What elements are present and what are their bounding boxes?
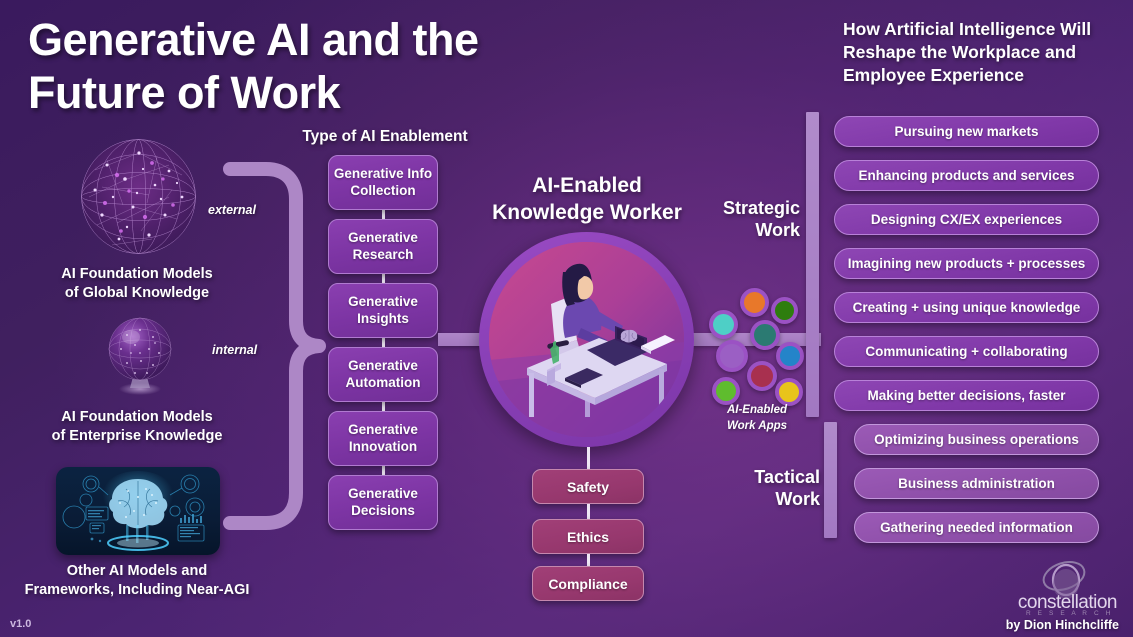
guardrail-box-safety[interactable]: Safety [532, 469, 644, 504]
strategic-pill-5[interactable]: Communicating + collaborating [834, 336, 1099, 367]
ai-work-apps-label: AI-Enabled Work Apps [726, 404, 788, 432]
hero-ring [479, 232, 694, 447]
guardrail-box-ethics[interactable]: Ethics [532, 519, 644, 554]
tactical-pill-0[interactable]: Optimizing business operations [854, 424, 1099, 455]
work-app-dot-3[interactable] [750, 320, 780, 350]
enablement-box-info-collection[interactable]: Generative Info Collection [328, 155, 438, 210]
version-label: v1.0 [10, 618, 32, 630]
strategic-pill-4[interactable]: Creating + using unique knowledge [834, 292, 1099, 323]
strategic-work-label: Strategic Work [722, 198, 800, 240]
work-app-dot-7[interactable] [712, 377, 740, 405]
guardrail-box-compliance[interactable]: Compliance [532, 566, 644, 601]
strategic-pill-3[interactable]: Imagining new products + processes [834, 248, 1099, 279]
guardrail-connector [587, 504, 590, 519]
strategic-work-bar [806, 112, 819, 417]
infographic-canvas: Generative AI and the Future of Work How … [0, 0, 1133, 637]
global-knowledge-globe-icon [77, 135, 200, 258]
strategic-pill-6[interactable]: Making better decisions, faster [834, 380, 1099, 411]
strategic-pill-1[interactable]: Enhancing products and services [834, 160, 1099, 191]
brace-connector [222, 155, 327, 537]
ai-brain-dashboard-icon [56, 467, 220, 555]
left-caption-other: Other AI Models and Frameworks, Including… [24, 563, 250, 598]
strategic-pill-0[interactable]: Pursuing new markets [834, 116, 1099, 147]
enablement-box-research[interactable]: Generative Research [328, 219, 438, 274]
tactical-work-label: Tactical Work [754, 467, 820, 509]
enablement-box-innovation[interactable]: Generative Innovation [328, 411, 438, 466]
guardrail-connector [587, 554, 590, 566]
enablement-box-insights[interactable]: Generative Insights [328, 283, 438, 338]
work-app-dot-1[interactable] [771, 297, 798, 324]
tactical-work-bar [824, 422, 837, 538]
page-title: Generative AI and the Future of Work [28, 14, 479, 118]
work-app-dot-2[interactable] [709, 310, 738, 339]
work-app-dot-5[interactable] [776, 342, 804, 370]
tactical-pill-2[interactable]: Gathering needed information [854, 512, 1099, 543]
strategic-pill-2[interactable]: Designing CX/EX experiences [834, 204, 1099, 235]
constellation-research-label: R E S E A R C H [1025, 610, 1113, 617]
work-app-dot-0[interactable] [740, 288, 769, 317]
page-subtitle: How Artificial Intelligence Will Reshape… [843, 19, 1092, 85]
guardrail-connector [587, 447, 590, 469]
knowledge-worker-at-desk-illustration [489, 242, 684, 437]
enterprise-knowledge-sphere-icon [105, 315, 175, 397]
work-app-dot-8[interactable] [775, 378, 803, 406]
enablement-box-automation[interactable]: Generative Automation [328, 347, 438, 402]
center-title: AI-Enabled Knowledge Worker [492, 174, 682, 225]
work-app-dot-4[interactable] [716, 340, 748, 372]
tactical-pill-1[interactable]: Business administration [854, 468, 1099, 499]
enablement-header: Type of AI Enablement [302, 128, 468, 145]
byline: by Dion Hinchcliffe [1005, 618, 1119, 632]
connector-bar-right [676, 333, 821, 346]
work-app-dot-6[interactable] [747, 361, 777, 391]
enablement-box-decisions[interactable]: Generative Decisions [328, 475, 438, 530]
